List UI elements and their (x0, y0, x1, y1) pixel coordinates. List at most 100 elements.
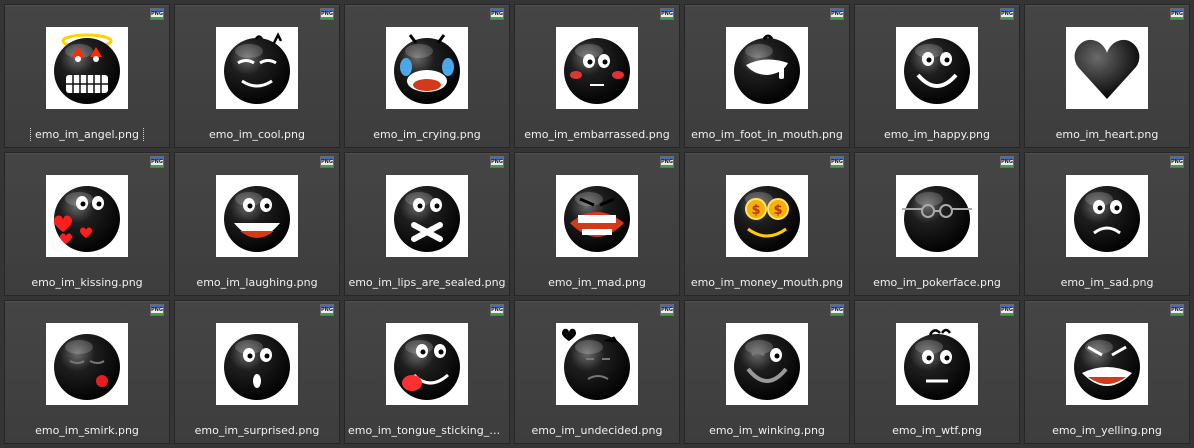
file-tile[interactable]: $ $ PNG emo_im_money_mouth.png (684, 152, 850, 296)
png-file-type-icon: PNG (660, 8, 674, 20)
file-type-badge-label: PNG (661, 307, 673, 313)
file-name-label: emo_im_money_mouth.png (685, 276, 849, 290)
png-file-type-icon: PNG (660, 304, 674, 316)
file-tile[interactable]: PNG emo_im_happy.png (854, 4, 1020, 148)
file-type-badge-label: PNG (661, 159, 673, 165)
file-type-badge-label: PNG (491, 307, 503, 313)
file-name-text: emo_im_cool.png (209, 128, 305, 141)
file-type-badge-label: PNG (1171, 11, 1183, 17)
file-name-text: emo_im_sad.png (1060, 276, 1154, 289)
file-name-label: emo_im_angel.png (5, 128, 169, 142)
file-type-badge-label: PNG (151, 159, 163, 165)
file-tile[interactable]: PNG emo_im_yelling.png (1024, 300, 1190, 444)
file-type-badge-label: PNG (151, 307, 163, 313)
file-tile[interactable]: PNG emo_im_mad.png (514, 152, 680, 296)
png-file-type-icon: PNG (1000, 8, 1014, 20)
thumbnail-image (556, 175, 638, 257)
thumbnail-image (46, 175, 128, 257)
png-file-type-icon: PNG (150, 304, 164, 316)
file-type-badge-label: PNG (321, 307, 333, 313)
emoticon-surprised-icon (224, 334, 290, 400)
thumbnail-image (1066, 323, 1148, 405)
file-type-badge-label: PNG (321, 159, 333, 165)
emoticon-yelling-icon (1074, 334, 1140, 400)
file-type-badge-label: PNG (831, 307, 843, 313)
emoticon-pokerface-icon (902, 186, 972, 252)
file-tile[interactable]: PNG emo_im_winking.png (684, 300, 850, 444)
png-file-type-icon: PNG (1170, 156, 1184, 168)
emoticon-angel-icon (54, 33, 120, 104)
file-name-text: emo_im_happy.png (883, 128, 991, 141)
emoticon-winking-icon (734, 334, 800, 400)
file-tile[interactable]: PNG emo_im_undecided.png (514, 300, 680, 444)
emoticon-lips-sealed-icon (394, 186, 460, 252)
file-name-text: emo_im_crying.png (373, 128, 481, 141)
file-name-label: emo_im_kissing.png (5, 276, 169, 290)
file-tile[interactable]: PNG emo_im_sad.png (1024, 152, 1190, 296)
file-name-text: emo_im_mad.png (548, 276, 646, 289)
file-name-text: emo_im_wtf.png (892, 424, 982, 437)
file-name-label: emo_im_sad.png (1025, 276, 1189, 290)
file-name-text: emo_im_angel.png (30, 128, 144, 142)
png-file-type-icon: PNG (1000, 304, 1014, 316)
emoticon-wtf-icon (904, 328, 970, 400)
png-file-type-icon: PNG (830, 8, 844, 20)
file-tile[interactable]: PNG emo_im_embarrassed.png (514, 4, 680, 148)
file-name-label: emo_im_surprised.png (175, 424, 339, 438)
file-name-label: emo_im_tongue_sticking_ou... (345, 424, 509, 438)
file-type-badge-label: PNG (491, 159, 503, 165)
file-name-label: emo_im_foot_in_mouth.png (685, 128, 849, 142)
file-name-text: emo_im_winking.png (709, 424, 825, 437)
file-tile[interactable]: PNG emo_im_surprised.png (174, 300, 340, 444)
file-tile[interactable]: PNG emo_im_crying.png (344, 4, 510, 148)
thumbnail-image (46, 323, 128, 405)
thumbnail-image (726, 27, 808, 109)
png-file-type-icon: PNG (150, 8, 164, 20)
file-name-text: emo_im_foot_in_mouth.png (691, 128, 843, 141)
emoticon-tongue-icon (394, 334, 460, 400)
svg-text:$: $ (751, 203, 760, 218)
file-tile[interactable]: PNG emo_im_angel.png (4, 4, 170, 148)
thumbnail-image (896, 175, 978, 257)
file-name-label: emo_im_mad.png (515, 276, 679, 290)
file-tile[interactable]: PNG emo_im_heart.png (1024, 4, 1190, 148)
file-name-text: emo_im_embarrassed.png (524, 128, 670, 141)
file-name-label: emo_im_wtf.png (855, 424, 1019, 438)
file-tile[interactable]: PNG emo_im_pokerface.png (854, 152, 1020, 296)
png-file-type-icon: PNG (1170, 304, 1184, 316)
file-name-label: emo_im_yelling.png (1025, 424, 1189, 438)
file-type-badge-label: PNG (321, 11, 333, 17)
emoticon-undecided-icon (562, 328, 630, 400)
file-tile[interactable]: PNG emo_im_cool.png (174, 4, 340, 148)
file-tile[interactable]: PNG emo_im_smirk.png (4, 300, 170, 444)
file-tile[interactable]: PNG emo_im_foot_in_mouth.png (684, 4, 850, 148)
emoticon-happy-icon (904, 38, 970, 104)
thumbnail-image (386, 323, 468, 405)
thumbnail-image (1066, 27, 1148, 109)
file-tile[interactable]: PNG emo_im_tongue_sticking_ou... (344, 300, 510, 444)
emoticon-sad-icon (1074, 186, 1140, 252)
file-name-text: emo_im_yelling.png (1052, 424, 1162, 437)
file-tile[interactable]: PNG emo_im_lips_are_sealed.png (344, 152, 510, 296)
thumbnail-image (216, 323, 298, 405)
thumbnail-image (726, 323, 808, 405)
file-tile[interactable]: PNG emo_im_kissing.png (4, 152, 170, 296)
png-file-type-icon: PNG (490, 156, 504, 168)
file-type-badge-label: PNG (831, 11, 843, 17)
emoticon-cool-icon (224, 32, 290, 104)
png-file-type-icon: PNG (320, 304, 334, 316)
file-tile[interactable]: PNG emo_im_laughing.png (174, 152, 340, 296)
emoticon-mad-icon (564, 186, 630, 252)
file-name-text: emo_im_tongue_sticking_ou... (348, 424, 509, 437)
svg-text:$: $ (773, 203, 782, 218)
file-type-badge-label: PNG (831, 159, 843, 165)
png-file-type-icon: PNG (320, 8, 334, 20)
thumbnail-image (896, 323, 978, 405)
file-name-label: emo_im_laughing.png (175, 276, 339, 290)
thumbnail-image (556, 27, 638, 109)
emoticon-money-mouth-icon: $ $ (734, 186, 800, 252)
file-name-label: emo_im_crying.png (345, 128, 509, 142)
file-tile[interactable]: PNG emo_im_wtf.png (854, 300, 1020, 444)
png-file-type-icon: PNG (830, 304, 844, 316)
file-name-label: emo_im_happy.png (855, 128, 1019, 142)
